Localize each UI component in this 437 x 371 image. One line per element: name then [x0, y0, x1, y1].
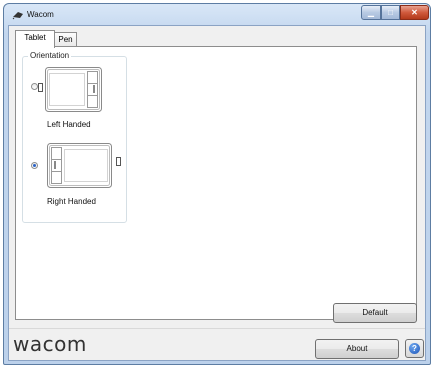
maximize-icon: □: [388, 8, 393, 17]
app-window: Wacom ▁ □ ✕ Tablet Pen Orientation Left …: [3, 3, 431, 365]
left-handed-tablet-icon: [38, 67, 102, 112]
maximize-button[interactable]: □: [381, 5, 400, 20]
tablet-tab-panel: Orientation Left Handed Right Handed: [15, 46, 417, 320]
minimize-icon: ▁: [367, 8, 375, 17]
default-button[interactable]: Default: [333, 303, 417, 323]
about-button[interactable]: About: [315, 339, 399, 359]
tab-tablet[interactable]: Tablet: [15, 30, 55, 48]
help-button[interactable]: ?: [405, 339, 424, 358]
dialog-client-area: Tablet Pen Orientation Left Handed Right…: [8, 25, 426, 361]
close-icon: ✕: [411, 8, 418, 17]
left-handed-radio[interactable]: [31, 83, 38, 90]
help-icon: ?: [409, 343, 420, 354]
title-bar[interactable]: Wacom ▁ □ ✕: [4, 4, 430, 26]
tab-pen[interactable]: Pen: [54, 32, 77, 47]
wacom-app-icon: [12, 12, 23, 20]
wacom-logo: wacom: [13, 332, 87, 356]
right-handed-tablet-icon: [47, 143, 121, 188]
orientation-group-label: Orientation: [28, 51, 72, 60]
right-handed-radio[interactable]: [31, 162, 38, 169]
close-button[interactable]: ✕: [400, 5, 429, 20]
left-handed-label: Left Handed: [47, 120, 91, 129]
right-handed-label: Right Handed: [47, 197, 96, 206]
footer-divider: [9, 328, 425, 329]
window-title: Wacom: [27, 10, 54, 19]
minimize-button[interactable]: ▁: [361, 5, 381, 20]
radio-selected-dot: [33, 164, 36, 167]
orientation-group: Orientation Left Handed Right Handed: [22, 51, 127, 223]
